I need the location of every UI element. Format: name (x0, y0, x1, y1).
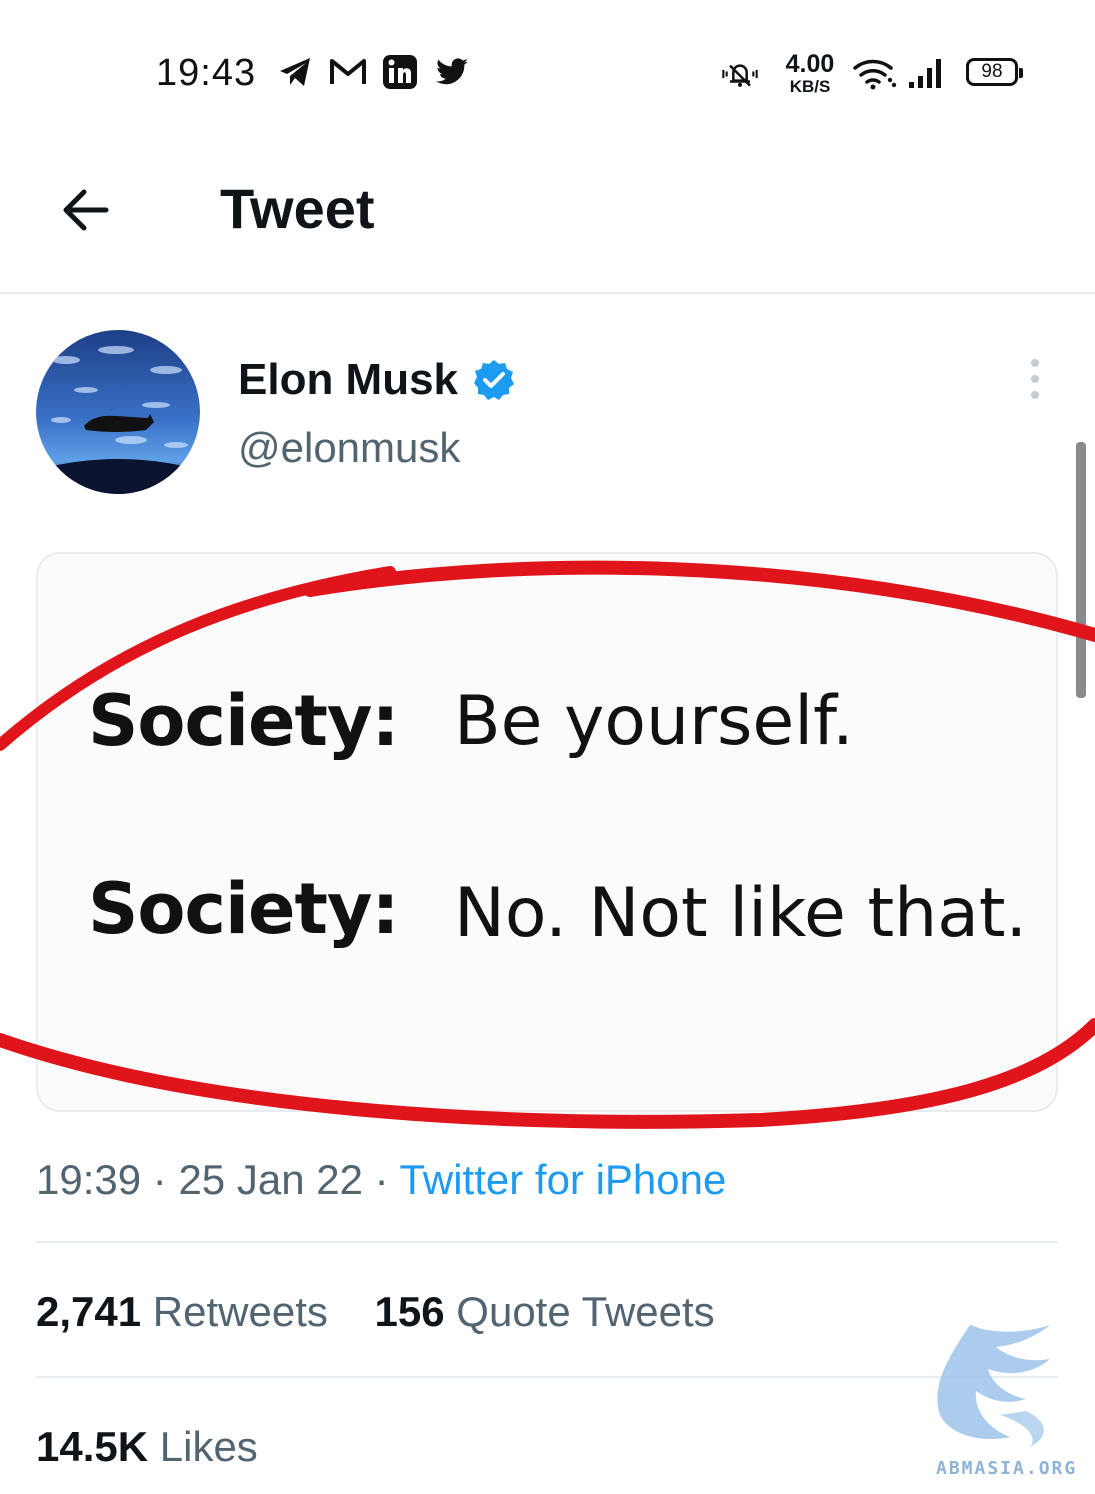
avatar-image (36, 330, 200, 494)
meme-speaker-2: Society: (88, 868, 400, 950)
wifi-icon (853, 59, 897, 90)
meme-speaker-1: Society: (88, 680, 400, 762)
meme-text-1: Be yourself. (454, 682, 854, 761)
verified-badge-icon (474, 360, 514, 400)
author-handle[interactable]: @elonmusk (238, 424, 460, 472)
top-app-bar: Tweet (0, 140, 1095, 294)
tweet-source-link[interactable]: Twitter for iPhone (400, 1156, 727, 1203)
tweet-media[interactable]: Society: Be yourself. Society: No. Not l… (36, 552, 1058, 1112)
retweets-stat[interactable]: 2,741 Retweets (36, 1288, 328, 1335)
likes-count: 14.5K (36, 1423, 149, 1470)
page-title: Tweet (220, 177, 375, 240)
status-time: 19:43 (156, 52, 257, 94)
linkedin-icon (383, 55, 417, 89)
vibrate-mute-icon (722, 64, 758, 87)
author-name[interactable]: Elon Musk (238, 355, 458, 405)
meta-separator: · (152, 1156, 167, 1203)
quote-tweets-count: 156 (374, 1288, 445, 1335)
meme-text-2: No. Not like that. (454, 874, 1028, 953)
network-speed-value: 4.00 (785, 50, 835, 78)
engagement-stats: 2,741 Retweets 156 Quote Tweets (36, 1288, 715, 1336)
quote-tweets-label: Quote Tweets (456, 1288, 715, 1335)
meta-separator: · (374, 1156, 389, 1203)
retweets-label: Retweets (152, 1288, 328, 1335)
scrollbar[interactable] (1076, 442, 1086, 698)
telegram-icon (280, 58, 310, 86)
gmail-icon (330, 59, 366, 84)
divider (36, 1376, 1058, 1378)
status-bar: 19:43 4.00 KB/S 98 (0, 0, 1095, 140)
watermark-text: ABMASIA.ORG (936, 1458, 1078, 1479)
tweet-time: 19:39 (36, 1156, 142, 1203)
likes-label: Likes (159, 1423, 258, 1470)
tweet-date: 25 Jan 22 (178, 1156, 363, 1203)
likes-stat[interactable]: 14.5K Likes (36, 1423, 258, 1471)
back-arrow-icon[interactable] (56, 180, 116, 240)
signal-icon (909, 59, 941, 88)
battery-level: 98 (981, 61, 1003, 82)
watermark-logo (937, 1325, 1050, 1447)
avatar[interactable] (36, 330, 200, 494)
more-options-icon[interactable] (1020, 356, 1050, 402)
tweet-timestamp: 19:39 · 25 Jan 22 · Twitter for iPhone (36, 1156, 726, 1204)
battery-icon: 98 (966, 58, 1023, 86)
retweets-count: 2,741 (36, 1288, 142, 1335)
twitter-icon (436, 58, 468, 85)
network-speed: 4.00 KB/S (782, 50, 838, 96)
network-speed-unit: KB/S (789, 77, 831, 96)
quote-tweets-stat[interactable]: 156 Quote Tweets (375, 1288, 715, 1335)
divider (36, 1241, 1058, 1243)
